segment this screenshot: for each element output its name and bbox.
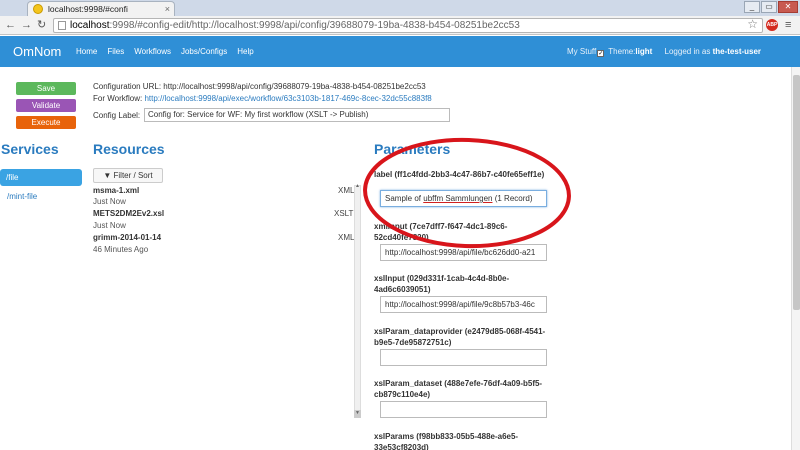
browser-menu-icon[interactable]: ≡	[785, 19, 791, 31]
reload-icon[interactable]: ↻	[37, 19, 46, 32]
param-label: xslParam_dataset (488e7efe-76df-4a09-b5f…	[374, 379, 543, 399]
favicon-icon	[33, 4, 43, 14]
url-path: :9998/#config-edit/http://localhost:9998…	[109, 20, 520, 31]
resource-name[interactable]: METS2DM2Ev2.xsl	[93, 209, 164, 218]
resource-name[interactable]: grimm-2014-01-14	[93, 233, 161, 242]
maximize-icon[interactable]: ▭	[761, 1, 777, 13]
resources-heading: Resources	[93, 141, 165, 157]
workflow-link[interactable]: http://localhost:9998/api/exec/workflow/…	[144, 94, 431, 103]
my-stuff-checkbox[interactable]: ✓	[597, 50, 605, 57]
brand-logo[interactable]: OmNom	[13, 44, 61, 59]
config-url-row: Configuration URL: http://localhost:9998…	[93, 82, 426, 91]
param-value-misspelled: ubffm Sammlungen	[423, 194, 493, 203]
execute-button[interactable]: Execute	[16, 116, 76, 129]
address-bar[interactable]: localhost:9998/#config-edit/http://local…	[53, 18, 763, 33]
resource-time: 46 Minutes Ago	[93, 245, 149, 254]
param-label: xslParams (f98bb833-05b5-488e-a6e5-33e53…	[374, 432, 519, 450]
user-name[interactable]: the-test-user	[713, 47, 761, 56]
workflow-row: For Workflow: http://localhost:9998/api/…	[93, 94, 432, 103]
page-scrollbar-thumb[interactable]	[793, 75, 800, 310]
param-label: label (ff1c4fdd-2bb3-4c47-86b7-c40fe65ef…	[374, 170, 545, 179]
resource-time: Just Now	[93, 221, 126, 230]
workflow-label: For Workflow:	[93, 94, 143, 103]
config-url: http://localhost:9998/api/config/3968807…	[163, 82, 426, 91]
theme-value[interactable]: light	[635, 47, 652, 56]
param-value-suffix: (1 Record)	[492, 194, 533, 203]
config-label-input[interactable]: Config for: Service for WF: My first wor…	[144, 108, 450, 122]
param-label: xslInput (029d331f-1cab-4c4d-8b0e-4ad6c6…	[374, 274, 510, 294]
parameters-heading: Parameters	[374, 141, 451, 157]
nav-files[interactable]: Files	[107, 47, 124, 56]
service-item-mint-file[interactable]: /mint-file	[7, 192, 37, 201]
resource-name[interactable]: msma-1.xml	[93, 186, 139, 195]
tab-close-icon[interactable]: ×	[165, 2, 170, 16]
filter-icon: ▼	[103, 171, 114, 180]
service-item-file[interactable]: /file	[0, 169, 82, 186]
resource-time: Just Now	[93, 197, 126, 206]
filter-sort-label: Filter / Sort	[113, 171, 153, 180]
bookmark-star-icon[interactable]: ☆	[747, 19, 758, 31]
minimize-icon[interactable]: _	[744, 1, 760, 13]
page-scrollbar[interactable]	[791, 67, 800, 450]
nav-help[interactable]: Help	[237, 47, 253, 56]
navbar-user-area: My Stuff ✓ Theme:light Logged in as the-t…	[567, 47, 761, 57]
param-input-xml[interactable]: http://localhost:9998/api/file/bc626dd0-…	[380, 244, 547, 261]
param-label: xmlInput (7ce7dff7-f647-4dc1-89c6-52cd40…	[374, 222, 508, 242]
my-stuff-label: My Stuff	[567, 47, 597, 56]
validate-button[interactable]: Validate	[16, 99, 76, 112]
resources-scrollbar[interactable]	[354, 185, 361, 417]
param-value-prefix: Sample of	[385, 194, 424, 203]
resource-type: XSLT	[334, 209, 354, 218]
theme-label: Theme:	[608, 47, 636, 56]
app-navbar: OmNom Home Files Workflows Jobs/Configs …	[0, 36, 800, 67]
browser-tab[interactable]: localhost:9998/#confi ×	[27, 1, 175, 16]
tab-title: localhost:9998/#confi	[48, 4, 128, 14]
param-input-dataprovider[interactable]	[380, 349, 547, 366]
scroll-up-icon[interactable]: ▲	[354, 183, 361, 191]
param-input-label[interactable]: Sample of ubffm Sammlungen (1 Record)	[380, 190, 547, 207]
nav-links: Home Files Workflows Jobs/Configs Help	[76, 47, 254, 56]
param-input-dataset[interactable]	[380, 401, 547, 418]
browser-tabstrip: localhost:9998/#confi × _ ▭ ✕	[0, 0, 800, 16]
adblock-icon[interactable]: ABP	[766, 19, 778, 31]
param-input-xsl[interactable]: http://localhost:9998/api/file/9c8b57b3-…	[380, 296, 547, 313]
services-heading: Services	[1, 141, 59, 157]
resource-type: XML	[338, 233, 355, 242]
browser-toolbar: ← → ↻ localhost:9998/#config-edit/http:/…	[0, 16, 800, 35]
back-icon[interactable]: ←	[5, 19, 16, 32]
config-label-caption: Config Label:	[93, 111, 141, 120]
page-icon	[58, 21, 66, 30]
nav-workflows[interactable]: Workflows	[134, 47, 171, 56]
filter-sort-button[interactable]: ▼ Filter / Sort	[93, 168, 163, 183]
param-label: xslParam_dataprovider (e2479d85-068f-454…	[374, 327, 546, 347]
logged-in-label: Logged in as	[664, 47, 711, 56]
url-host: localhost	[70, 20, 110, 31]
save-button[interactable]: Save	[16, 82, 76, 95]
window-close-icon[interactable]: ✕	[778, 1, 798, 13]
forward-icon[interactable]: →	[21, 19, 32, 32]
resource-type: XML	[338, 186, 355, 195]
scroll-down-icon[interactable]: ▼	[354, 410, 361, 418]
nav-jobs-configs[interactable]: Jobs/Configs	[181, 47, 227, 56]
nav-home[interactable]: Home	[76, 47, 97, 56]
window-controls: _ ▭ ✕	[744, 1, 798, 13]
config-url-label: Configuration URL:	[93, 82, 162, 91]
